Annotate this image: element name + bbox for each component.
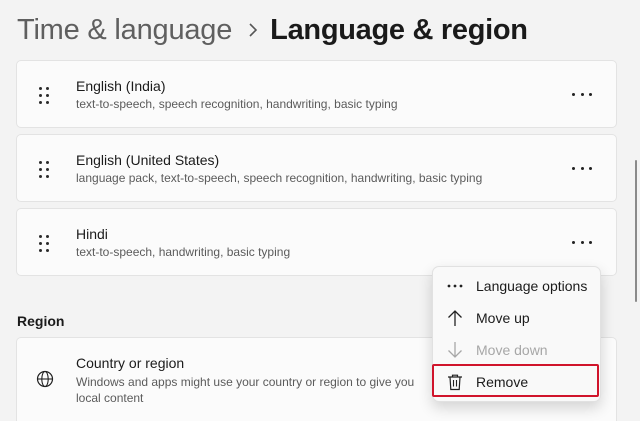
more-horizontal-icon xyxy=(446,277,464,295)
language-name: English (India) xyxy=(76,78,166,94)
region-title: Country or region xyxy=(76,355,185,371)
region-description: Windows and apps might use your country … xyxy=(76,375,415,405)
language-name: English (United States) xyxy=(76,152,220,168)
menu-item-move-down: Move down xyxy=(433,334,602,366)
arrow-up-icon xyxy=(446,309,464,327)
menu-item-move-up[interactable]: Move up xyxy=(433,302,602,334)
breadcrumb: Time & language Language & region xyxy=(17,12,528,48)
menu-item-label: Move up xyxy=(476,310,530,326)
scrollbar-thumb[interactable] xyxy=(635,160,637,302)
language-item-english-india[interactable]: English (India) text-to-speech, speech r… xyxy=(16,60,617,128)
arrow-down-icon xyxy=(446,341,464,359)
remove-highlight-box xyxy=(432,364,599,397)
language-item-english-us[interactable]: English (United States) language pack, t… xyxy=(16,134,617,202)
region-section-heading: Region xyxy=(17,313,65,329)
menu-item-label: Move down xyxy=(476,342,548,358)
globe-icon xyxy=(36,370,54,388)
chevron-right-icon xyxy=(242,12,264,48)
breadcrumb-parent-link[interactable]: Time & language xyxy=(17,14,232,47)
menu-item-label: Language options xyxy=(476,278,588,294)
more-options-icon[interactable] xyxy=(572,162,592,174)
drag-handle-icon[interactable] xyxy=(39,87,53,105)
language-name: Hindi xyxy=(76,226,108,242)
language-features: text-to-speech, speech recognition, hand… xyxy=(76,97,398,111)
more-options-icon[interactable] xyxy=(572,88,592,100)
language-features: language pack, text-to-speech, speech re… xyxy=(76,171,483,185)
language-features: text-to-speech, handwriting, basic typin… xyxy=(76,245,291,259)
drag-handle-icon[interactable] xyxy=(39,235,53,253)
more-options-icon[interactable] xyxy=(572,236,592,248)
menu-item-language-options[interactable]: Language options xyxy=(433,270,602,302)
page-title: Language & region xyxy=(270,13,528,46)
drag-handle-icon[interactable] xyxy=(39,161,53,179)
